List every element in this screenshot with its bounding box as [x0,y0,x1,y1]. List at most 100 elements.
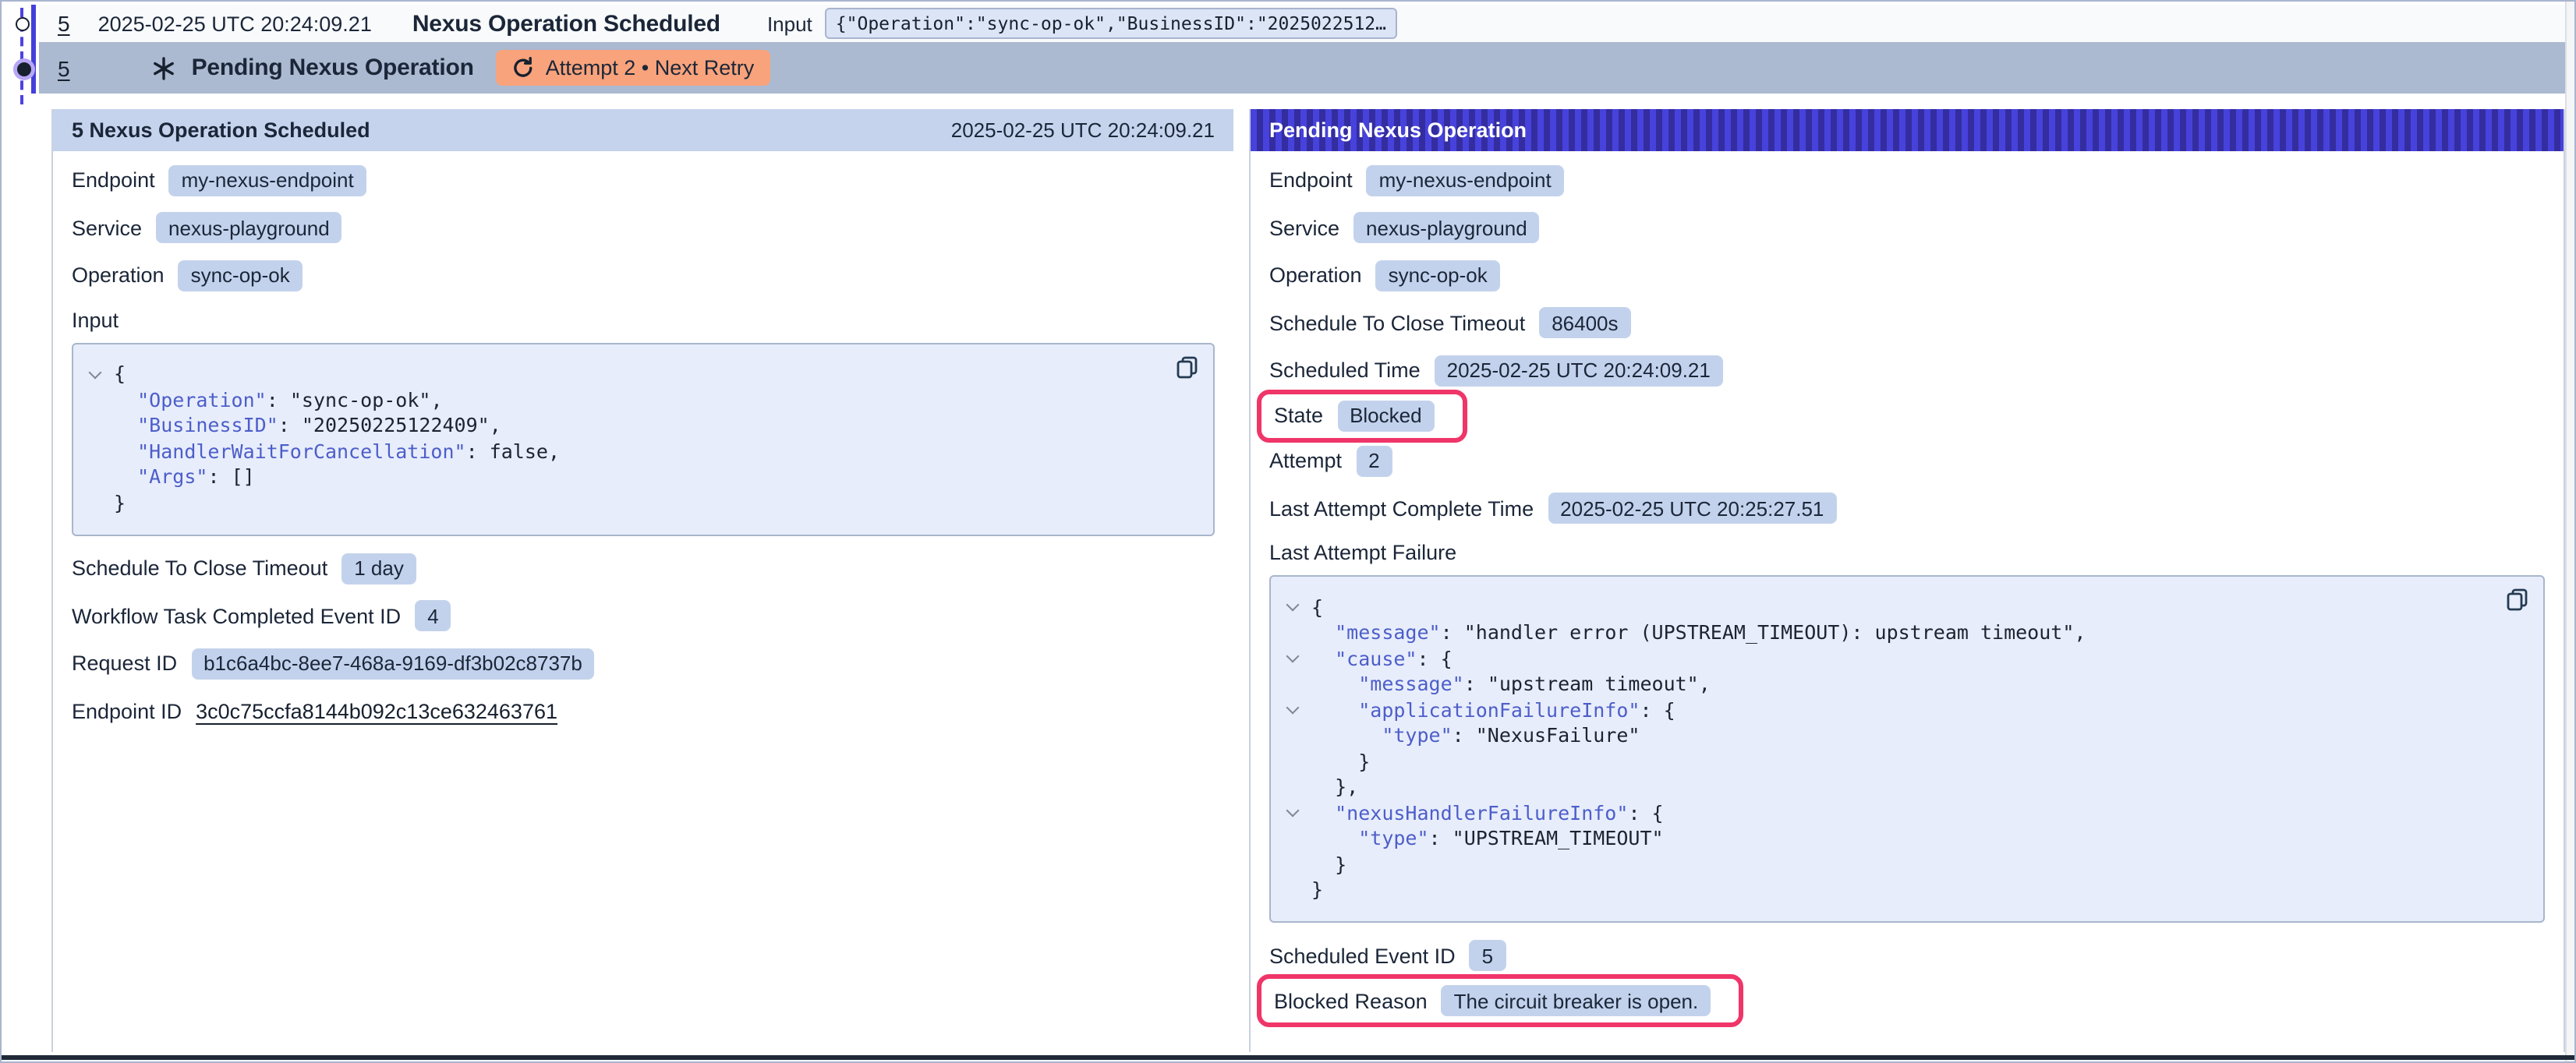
code-line: } [1283,877,2528,902]
field-value-badge: b1c6a4bc-8ee7-468a-9169-df3b02c8737b [191,648,595,679]
field-row-state: State Blocked [1257,389,2545,442]
field-label: Schedule To Close Timeout [1269,311,1525,334]
field-label: State [1274,404,1323,427]
code-line: "Args": [] [86,464,1198,489]
code-line: } [86,489,1198,515]
field-value-badge: Blocked [1337,400,1435,431]
field-row-last-attempt-complete-time: Last Attempt Complete Time 2025-02-25 UTC… [1269,491,2545,525]
field-value-badge: 2 [1356,445,1392,476]
copy-icon[interactable] [1174,355,1199,380]
field-row-service: Service nexus-playground [1269,210,2545,245]
workflow-history-window: 5 2025-02-25 UTC 20:24:09.21 Nexus Opera… [0,0,2576,1063]
field-value-badge: sync-op-ok [179,260,303,291]
event-detail-panel-scheduled: 5 Nexus Operation Scheduled 2025-02-25 U… [51,108,1233,1052]
field-value-badge: sync-op-ok [1376,260,1500,291]
code-line: } [1283,851,2528,877]
code-line: "message": "handler error (UPSTREAM_TIME… [1283,620,2528,645]
event-input-label: Input [767,12,812,35]
event-id-link[interactable]: 5 [58,55,70,80]
collapse-chevron-icon[interactable] [1286,650,1300,663]
copy-icon[interactable] [2504,588,2529,613]
field-label: Endpoint [72,168,155,192]
code-line: "type": "UPSTREAM_TIMEOUT" [1283,825,2528,851]
field-label: Operation [1269,263,1362,287]
field-row-schedule-to-close-timeout: Schedule To Close Timeout 1 day [72,551,1215,585]
code-line: { [1283,594,2528,620]
field-value-badge: 1 day [341,553,416,584]
event-input-preview-badge[interactable]: {"Operation":"sync-op-ok","BusinessID":"… [825,8,1397,39]
collapse-chevron-icon[interactable] [89,366,102,379]
code-line: }, [1283,774,2528,800]
field-row-scheduled-event-id: Scheduled Event ID 5 [1269,938,2545,973]
collapse-chevron-icon[interactable] [1286,701,1300,715]
field-row-operation: Operation sync-op-ok [1269,258,2545,292]
field-value-badge: 5 [1470,940,1506,971]
field-label: Last Attempt Complete Time [1269,496,1534,520]
failure-json-viewer: { "message": "handler error (UPSTREAM_TI… [1269,575,2545,923]
field-row-workflow-task-completed-event-id: Workflow Task Completed Event ID 4 [72,599,1215,633]
field-row-endpoint-id: Endpoint ID3c0c75ccfa8144b092c13ce632463… [72,694,1215,728]
retry-icon [511,56,535,79]
code-line: { [86,361,1198,387]
collapse-chevron-icon[interactable] [1286,804,1300,818]
code-line: "Operation": "sync-op-ok", [86,387,1198,412]
annotation-highlight-box: Blocked Reason The circuit breaker is ope… [1257,974,1743,1027]
field-label: Service [72,216,142,239]
code-line: "message": "upstream timeout", [1283,671,2528,697]
pending-panel-header: Pending Nexus Operation [1251,108,2564,150]
field-value-link[interactable]: 3c0c75ccfa8144b092c13ce632463761 [196,699,557,722]
input-code-label: Input [72,308,1215,331]
field-label: Request ID [72,652,177,675]
vertical-scrollbar[interactable] [2565,2,2574,1063]
field-value-badge: 2025-02-25 UTC 20:25:27.51 [1548,493,1836,524]
event-marker-filled-circle-icon[interactable] [16,62,30,76]
field-row-blocked-reason: Blocked Reason The circuit breaker is ope… [1257,974,2545,1027]
field-row-schedule-to-close-timeout: Schedule To Close Timeout 86400s [1269,305,2545,340]
field-label: Attempt [1269,449,1342,472]
pending-spark-icon [151,55,176,80]
collapse-chevron-icon[interactable] [1286,599,1300,612]
field-label: Blocked Reason [1274,989,1428,1012]
code-line: "BusinessID": "20250225122409", [86,412,1198,438]
attempt-retry-label: Attempt 2 • Next Retry [546,56,755,79]
field-label: Scheduled Event ID [1269,944,1456,967]
field-label: Workflow Task Completed Event ID [72,604,401,627]
field-label: Scheduled Time [1269,358,1421,382]
event-id-link[interactable]: 5 [58,11,70,36]
field-label: Service [1269,216,1339,239]
field-value-badge: 86400s [1539,307,1630,338]
scheduled-panel-header: 5 Nexus Operation Scheduled 2025-02-25 U… [53,108,1233,150]
code-line: "applicationFailureInfo": { [1283,697,2528,722]
panel-timestamp: 2025-02-25 UTC 20:24:09.21 [951,118,1215,141]
field-value-badge: my-nexus-endpoint [169,164,366,196]
field-value-badge: The circuit breaker is open. [1442,985,1711,1016]
field-row-endpoint: Endpoint my-nexus-endpoint [72,163,1215,197]
code-line: "HandlerWaitForCancellation": false, [86,438,1198,464]
timeline-active-bar [30,4,36,94]
field-label: Endpoint [1269,168,1353,192]
event-row-pending-nexus-operation[interactable]: 5 Pending Nexus Operation Attempt 2 • Ne… [39,42,2565,94]
field-label: Schedule To Close Timeout [72,556,327,580]
event-title: Pending Nexus Operation [192,55,474,81]
field-row-scheduled-time: Scheduled Time 2025-02-25 UTC 20:24:09.21 [1269,353,2545,387]
last-attempt-failure-label: Last Attempt Failure [1269,541,2545,564]
field-value-badge: my-nexus-endpoint [1367,164,1564,196]
code-line: "cause": { [1283,645,2528,671]
event-row-nexus-operation-scheduled[interactable]: 5 2025-02-25 UTC 20:24:09.21 Nexus Opera… [39,5,2565,42]
field-label: Operation [72,263,165,287]
field-value-badge: nexus-playground [1353,212,1540,243]
code-line: "nexusHandlerFailureInfo": { [1283,800,2528,825]
event-title: Nexus Operation Scheduled [412,10,720,37]
panel-title: 5 Nexus Operation Scheduled [72,118,370,141]
bottom-divider [2,1055,2574,1059]
field-value-badge: 2025-02-25 UTC 20:24:09.21 [1435,355,1723,386]
field-row-endpoint: Endpoint my-nexus-endpoint [1269,163,2545,197]
event-detail-panel-pending: Pending Nexus Operation Endpoint my-nexus… [1249,108,2565,1052]
field-row-request-id: Request ID b1c6a4bc-8ee7-468a-9169-df3b02… [72,646,1215,680]
field-value-badge: 4 [415,600,451,631]
event-marker-open-circle-icon[interactable] [16,16,30,30]
annotation-highlight-box: State Blocked [1257,389,1467,442]
field-row-operation: Operation sync-op-ok [72,258,1215,292]
attempt-retry-badge: Attempt 2 • Next Retry [496,50,770,86]
input-json-viewer: { "Operation": "sync-op-ok", "BusinessID… [72,342,1215,535]
